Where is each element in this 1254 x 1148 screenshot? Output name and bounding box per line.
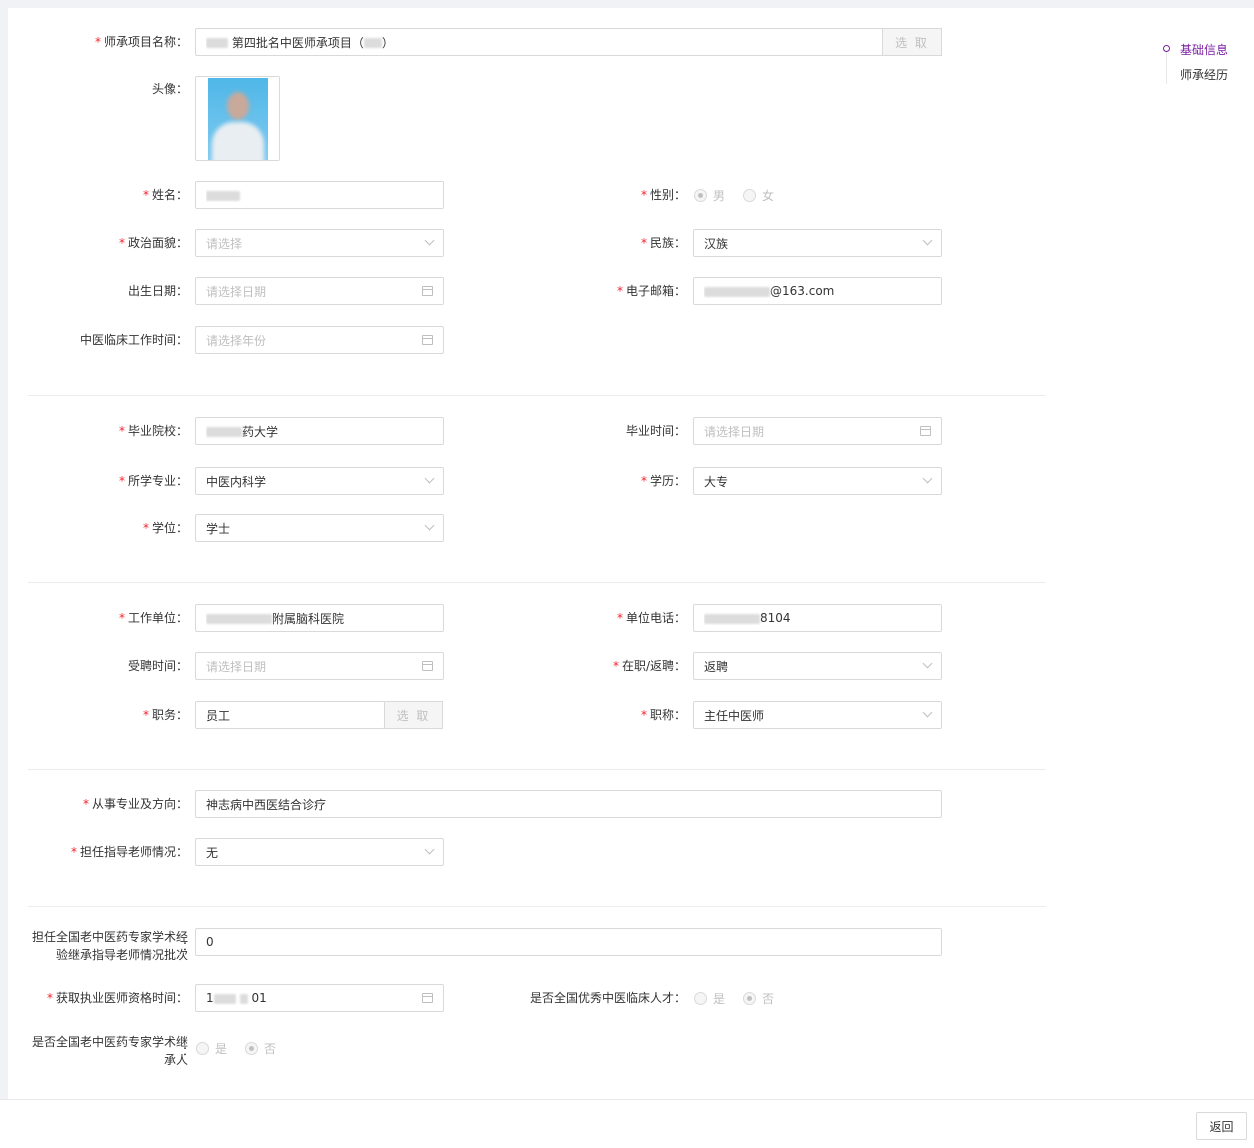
work-unit-input[interactable]: 附属脑科医院 (195, 604, 444, 632)
national-inheritor-option-yes[interactable]: 是 (196, 1040, 227, 1057)
political-label: * 政治面貌： (118, 236, 188, 250)
avatar-upload[interactable] (195, 76, 280, 161)
anchor-active-dot (1163, 45, 1170, 52)
degree-label: * 学位： (142, 521, 188, 535)
section-divider (28, 582, 1046, 583)
anchor-line (1166, 48, 1167, 84)
license-time-picker[interactable]: 1 01 (195, 984, 444, 1012)
section-divider (28, 395, 1046, 396)
hire-time-picker[interactable]: 请选择日期 (195, 652, 444, 680)
anchor-item-basic-info[interactable]: 基础信息 (1180, 41, 1228, 58)
email-label: * 电子邮箱： (616, 284, 686, 298)
calendar-icon (422, 286, 433, 296)
colon: ： (182, 939, 195, 953)
birth-date-label: 出生日期： (127, 284, 188, 298)
education-label: * 学历： (640, 474, 686, 488)
birth-date-picker[interactable]: 请选择日期 (195, 277, 444, 305)
form-card: * 师承项目名称： 第四批名中医师承项目（） 选 取 头像： * 姓名： * 性别： … (8, 8, 1254, 1099)
national-inheritor-option-no[interactable]: 否 (245, 1040, 276, 1057)
unit-phone-label: * 单位电话： (616, 611, 686, 625)
back-button[interactable]: 返回 (1196, 1112, 1247, 1140)
position-input[interactable]: 员工 (195, 701, 385, 729)
calendar-icon (422, 993, 433, 1003)
national-mentor-batch-label: 担任全国老中医药专家学术经验继承指导老师情况批次 (31, 930, 188, 962)
specialty-input[interactable]: 神志病中西医结合诊疗 (195, 790, 942, 818)
ethnicity-label: * 民族： (640, 236, 686, 250)
colon: ： (182, 1044, 195, 1058)
avatar-label: 头像： (151, 82, 188, 96)
gender-option-female[interactable]: 女 (743, 187, 774, 204)
email-field[interactable]: @163.com (693, 277, 942, 305)
national-talent-option-no[interactable]: 否 (743, 990, 774, 1007)
political-select[interactable]: 请选择 (195, 229, 444, 257)
gender-label: * 性别： (640, 188, 686, 202)
national-inheritor-label: 是否全国老中医药专家学术继承人 (31, 1035, 188, 1067)
school-label: * 毕业院校： (118, 424, 188, 438)
hire-time-label: 受聘时间： (127, 659, 188, 673)
section-divider (28, 906, 1046, 907)
tcm-clinical-time-picker[interactable]: 请选择年份 (195, 326, 444, 354)
section-divider (28, 769, 1046, 770)
national-talent-radio-group[interactable]: 是 否 (694, 990, 792, 1007)
avatar (207, 77, 268, 160)
job-status-select[interactable]: 返聘 (693, 652, 942, 680)
grad-time-picker[interactable]: 请选择日期 (693, 417, 942, 445)
project-pick-button[interactable]: 选 取 (882, 28, 942, 56)
grad-time-label: 毕业时间： (625, 424, 686, 438)
national-inheritor-radio-group[interactable]: 是 否 (196, 1040, 294, 1057)
title-label: * 职称： (640, 708, 686, 722)
ethnicity-select[interactable]: 汉族 (693, 229, 942, 257)
education-select[interactable]: 大专 (693, 467, 942, 495)
name-label: * 姓名： (142, 188, 188, 202)
position-pick-button[interactable]: 选 取 (384, 701, 443, 729)
anchor-item-mentorship-history[interactable]: 师承经历 (1180, 66, 1228, 83)
work-unit-label: * 工作单位： (118, 611, 188, 625)
position-label: * 职务： (142, 708, 188, 722)
calendar-icon (920, 426, 931, 436)
tcm-clinical-time-label: 中医临床工作时间： (79, 333, 188, 347)
project-label: * 师承项目名称： (94, 35, 188, 49)
national-talent-label: 是否全国优秀中医临床人才： (529, 991, 686, 1005)
gender-radio-group[interactable]: 男 女 (694, 187, 792, 204)
project-input[interactable]: 第四批名中医师承项目（） (195, 28, 883, 56)
mentor-status-label: * 担任指导老师情况： (70, 845, 188, 859)
specialty-label: * 从事专业及方向： (82, 797, 188, 811)
major-select[interactable]: 中医内科学 (195, 467, 444, 495)
gender-option-male[interactable]: 男 (694, 187, 725, 204)
national-mentor-batch-input[interactable]: 0 (195, 928, 942, 956)
license-time-label: * 获取执业医师资格时间： (46, 991, 188, 1005)
mentor-status-select[interactable]: 无 (195, 838, 444, 866)
unit-phone-input[interactable]: 8104 (693, 604, 942, 632)
chevron-down-icon (424, 235, 435, 246)
national-talent-option-yes[interactable]: 是 (694, 990, 725, 1007)
school-input[interactable]: 药大学 (195, 417, 444, 445)
footer-bar: 返回 (0, 1099, 1254, 1148)
calendar-icon (422, 661, 433, 671)
name-input[interactable] (195, 181, 444, 209)
degree-select[interactable]: 学士 (195, 514, 444, 542)
major-label: * 所学专业： (118, 474, 188, 488)
job-status-label: * 在职/返聘： (612, 659, 686, 673)
calendar-icon (422, 335, 433, 345)
title-select[interactable]: 主任中医师 (693, 701, 942, 729)
